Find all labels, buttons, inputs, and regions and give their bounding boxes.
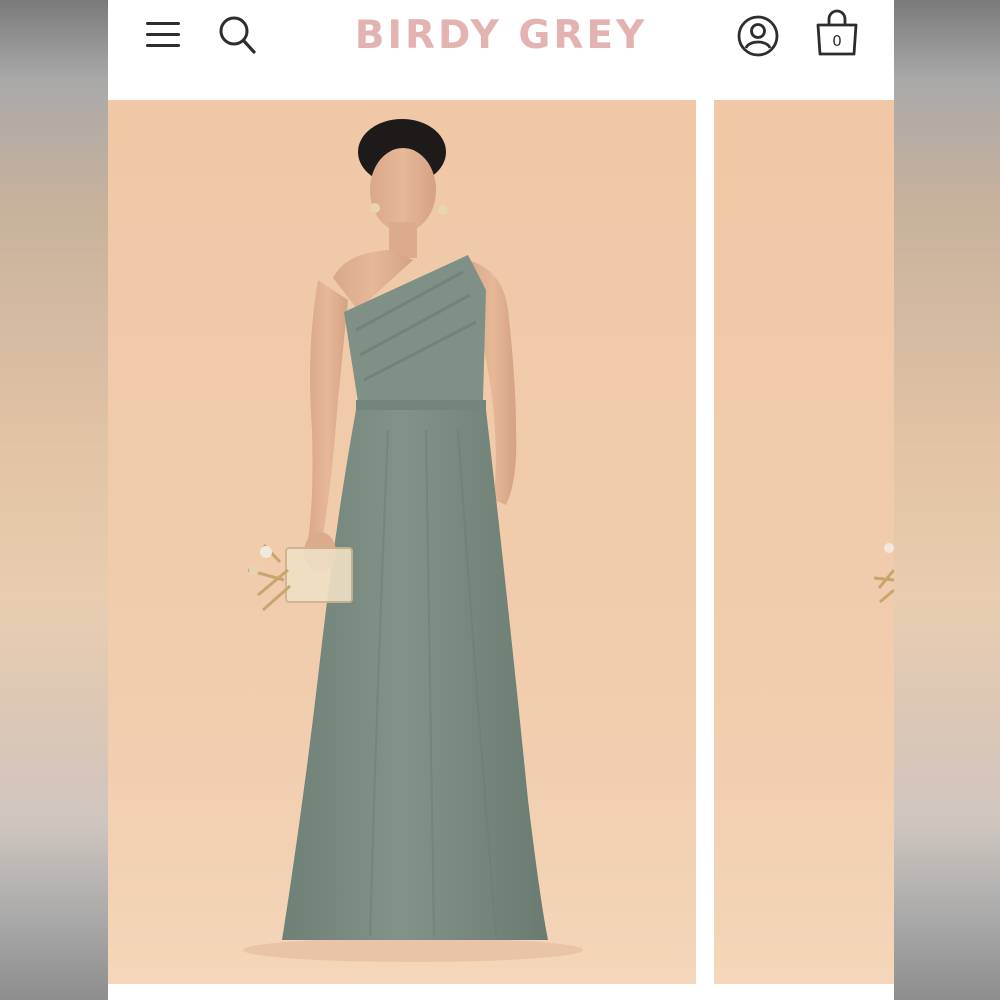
menu-button[interactable] xyxy=(144,18,184,52)
shopping-bag-icon: 0 xyxy=(816,9,858,56)
search-icon xyxy=(219,16,256,54)
bag-count: 0 xyxy=(832,32,842,50)
right-blur-fill xyxy=(894,0,1000,1000)
model-in-dress-photo xyxy=(243,119,583,962)
brand-logo[interactable]: BIRDY GREY xyxy=(308,14,694,58)
shopping-bag-button[interactable]: 0 xyxy=(814,8,860,58)
page-bottom-strip xyxy=(108,984,894,1000)
next-product-photo xyxy=(873,543,894,604)
product-image-next[interactable] xyxy=(714,100,894,984)
account-button[interactable] xyxy=(736,14,780,58)
left-blur-fill xyxy=(0,0,108,1000)
product-image-main[interactable] xyxy=(108,100,696,984)
product-image-carousel[interactable] xyxy=(108,100,894,984)
account-icon xyxy=(737,15,779,57)
mobile-page: BIRDY GREY 0 xyxy=(108,0,894,1000)
site-header: BIRDY GREY 0 xyxy=(108,0,894,100)
search-button[interactable] xyxy=(216,12,260,56)
